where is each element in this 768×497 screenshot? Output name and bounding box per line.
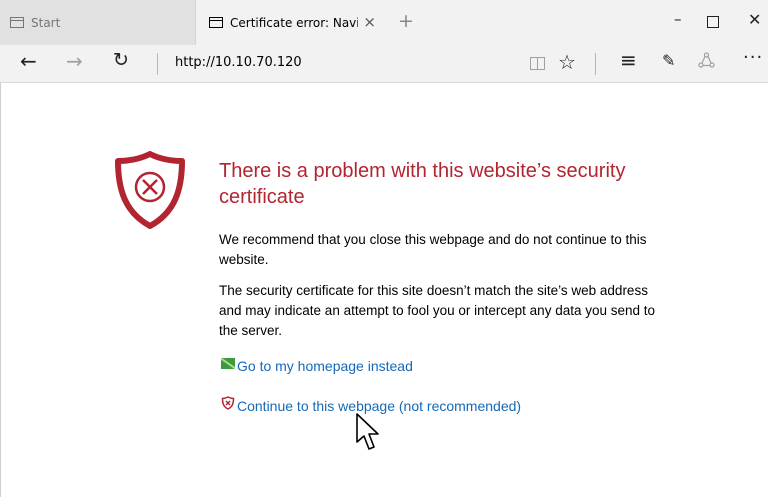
web-note-icon[interactable]: ✎ — [662, 53, 675, 69]
address-bar[interactable]: http://10.10.70.120 — [175, 55, 302, 70]
close-tab-icon[interactable]: × — [363, 13, 376, 31]
maximize-button[interactable] — [707, 16, 719, 28]
homepage-link-label: Go to my homepage instead — [237, 358, 413, 374]
tab-bar: Start Certificate error: Navigat × + – ✕ — [0, 0, 768, 45]
share-icon-graphic — [698, 52, 715, 68]
reading-view-icon[interactable] — [530, 57, 545, 70]
tab-title: Certificate error: Navigat — [230, 15, 358, 30]
tab-start[interactable]: Start — [0, 0, 196, 45]
divider — [595, 53, 596, 75]
tab-page-icon — [209, 17, 223, 28]
close-window-button[interactable]: ✕ — [748, 12, 761, 28]
homepage-link[interactable]: Go to my homepage instead — [221, 357, 413, 374]
tab-title: Start — [31, 15, 61, 30]
page-title: There is a problem with this website’s s… — [219, 160, 626, 208]
navigation-toolbar: ← → ↻ http://10.10.70.120 ☆ ≡ ✎ ··· — [0, 45, 768, 83]
tab-page-icon — [10, 17, 24, 28]
share-icon[interactable] — [698, 52, 715, 73]
divider — [157, 53, 158, 75]
new-tab-button[interactable]: + — [398, 12, 414, 31]
recommendation-text: We recommend that you close this webpage… — [219, 232, 647, 267]
forward-button[interactable]: → — [66, 51, 83, 71]
home-icon — [221, 357, 235, 369]
mouse-cursor-icon — [356, 413, 379, 450]
back-button[interactable]: ← — [20, 51, 37, 71]
refresh-button[interactable]: ↻ — [113, 51, 129, 70]
shield-error-icon — [115, 151, 185, 229]
more-icon[interactable]: ··· — [743, 49, 763, 67]
explanation-text: The security certificate for this site d… — [219, 283, 656, 338]
tab-certificate-error[interactable]: Certificate error: Navigat × — [196, 0, 388, 45]
warning-shield-icon — [221, 396, 235, 410]
favorites-star-icon[interactable]: ☆ — [558, 52, 576, 72]
minimize-button[interactable]: – — [674, 12, 682, 27]
hub-icon[interactable]: ≡ — [620, 50, 637, 70]
